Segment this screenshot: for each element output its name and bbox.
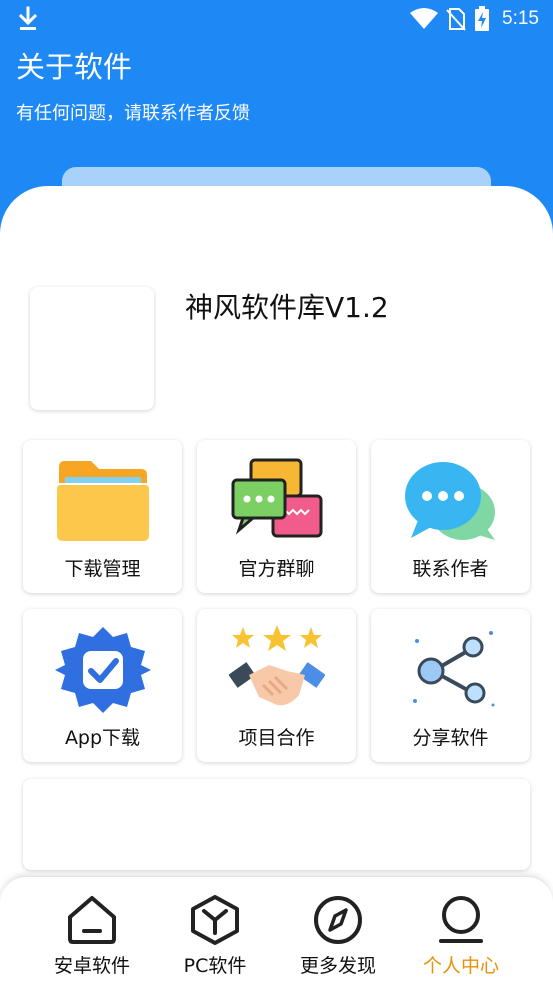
card-label: 官方群聊	[238, 558, 315, 580]
official-group-button[interactable]: 官方群聊	[197, 440, 356, 593]
nav-pc-software[interactable]: PC软件	[160, 895, 270, 978]
nav-personal-center[interactable]: 个人中心	[406, 895, 516, 978]
project-cooperation-button[interactable]: 项目合作	[197, 609, 356, 762]
share-icon	[412, 631, 494, 707]
status-time: 5:15	[502, 8, 539, 29]
card-label: 下载管理	[64, 558, 141, 580]
nav-label: PC软件	[183, 955, 247, 977]
contact-author-button[interactable]: 联系作者	[371, 440, 530, 593]
card-label: 联系作者	[412, 558, 489, 580]
nav-discover-more[interactable]: 更多发现	[283, 895, 393, 978]
cube-icon	[191, 895, 239, 945]
verified-badge-icon	[54, 627, 151, 713]
app-download-button[interactable]: App下载	[23, 609, 182, 762]
page-title: 关于软件	[16, 50, 133, 84]
chat-bubbles-icon	[231, 458, 322, 538]
card-label: 项目合作	[238, 727, 315, 749]
card-label: App下载	[64, 727, 141, 749]
bottom-navigation: 安卓软件 PC软件 更多发现 个人中心	[0, 876, 553, 983]
wifi-icon	[410, 8, 439, 29]
handshake-icon	[228, 625, 325, 706]
folder-icon	[56, 461, 149, 541]
card-label: 分享软件	[412, 727, 489, 749]
info-card	[23, 779, 530, 870]
battery-charging-icon	[475, 6, 490, 31]
download-icon	[18, 6, 38, 30]
profile-icon	[439, 896, 483, 943]
nav-android-software[interactable]: 安卓软件	[37, 895, 147, 978]
app-name: 神风软件库V1.2	[185, 291, 389, 324]
message-icon	[404, 462, 495, 540]
nav-label: 个人中心	[422, 955, 499, 977]
app-logo	[30, 287, 154, 410]
share-software-button[interactable]: 分享软件	[371, 609, 530, 762]
no-sim-icon	[446, 8, 466, 31]
compass-icon	[314, 896, 362, 944]
nav-label: 安卓软件	[53, 955, 130, 977]
download-manager-button[interactable]: 下载管理	[23, 440, 182, 593]
nav-label: 更多发现	[299, 955, 376, 977]
page-subtitle: 有任何问题，请联系作者反馈	[16, 103, 250, 124]
home-icon	[68, 896, 116, 944]
status-bar: 5:15	[0, 0, 553, 38]
